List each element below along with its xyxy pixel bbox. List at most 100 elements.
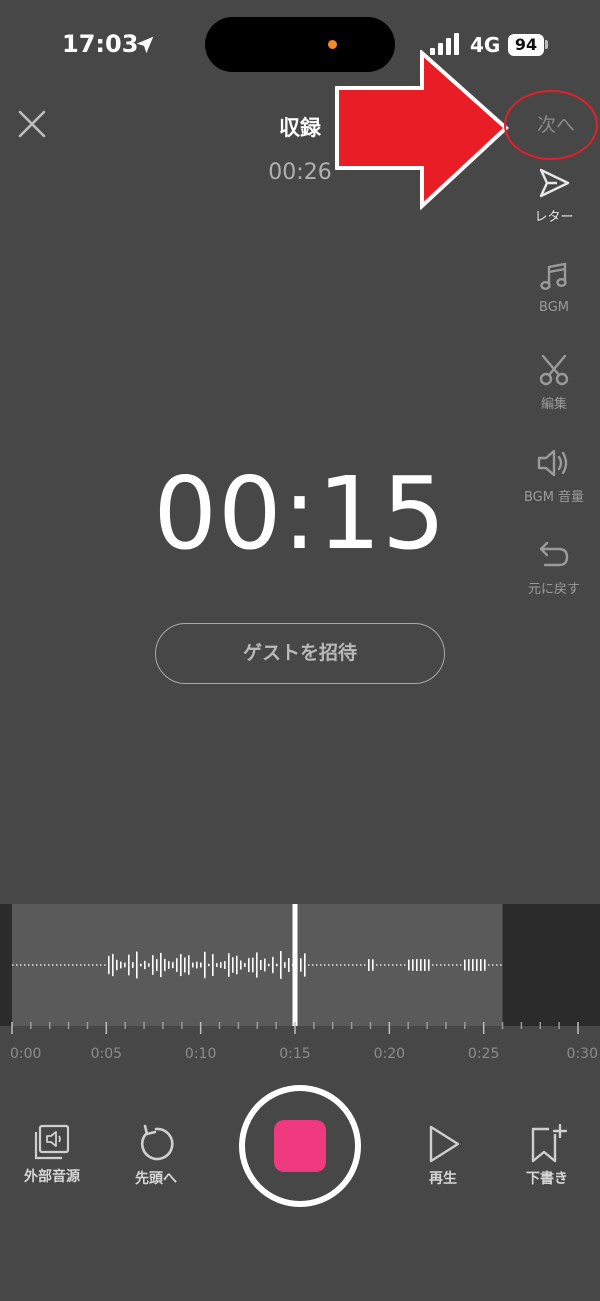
waveform-bar xyxy=(188,955,190,975)
waveform-bar xyxy=(80,964,82,966)
music-note-icon xyxy=(540,262,567,291)
waveform-bar xyxy=(332,964,334,966)
waveform-bar xyxy=(32,964,34,966)
minor-tick xyxy=(67,1022,70,1029)
waveform-bar xyxy=(364,964,366,966)
waveform-bar xyxy=(236,955,238,975)
waveform-bar xyxy=(280,951,282,979)
waveform-bar xyxy=(444,964,446,966)
draft-label: 下書き xyxy=(526,1171,568,1187)
minor-tick xyxy=(124,1022,126,1029)
to-start-button[interactable]: 先頭へ xyxy=(111,1124,201,1188)
waveform-bar xyxy=(340,964,342,966)
waveform-bar xyxy=(84,964,86,966)
waveform-bar xyxy=(308,964,310,966)
minor-tick xyxy=(539,1022,542,1029)
waveform-bar xyxy=(196,961,198,969)
restart-icon xyxy=(140,1124,174,1161)
waveform-bar xyxy=(396,964,398,966)
waveform-bar xyxy=(428,959,430,971)
minor-tick xyxy=(558,1022,560,1029)
waveform-bar xyxy=(36,964,38,966)
waveform-bar xyxy=(452,964,454,966)
edit-button[interactable]: 編集 xyxy=(516,353,592,412)
waveform-bar xyxy=(420,959,422,971)
mic-indicator-dot xyxy=(328,40,337,49)
minor-tick xyxy=(143,1022,145,1029)
waveform-bar xyxy=(44,964,46,966)
time-tick-label: 0:25 xyxy=(467,1046,500,1062)
waveform-bar xyxy=(472,959,474,971)
waveform-bar xyxy=(240,960,242,970)
invite-guest-button[interactable]: ゲストを招待 xyxy=(155,623,445,684)
waveform-bar xyxy=(436,964,438,966)
next-button[interactable]: 次へ xyxy=(522,110,590,137)
edit-label: 編集 xyxy=(540,397,567,412)
waveform-bar xyxy=(500,964,502,966)
minor-tick xyxy=(426,1022,428,1029)
waveform-bar xyxy=(136,951,138,979)
play-button[interactable]: 再生 xyxy=(398,1124,488,1188)
waveform-bar xyxy=(108,955,110,975)
major-tick xyxy=(388,1022,391,1034)
minor-tick xyxy=(501,1022,504,1029)
waveform-bar xyxy=(120,961,122,969)
waveform-bar xyxy=(284,962,286,968)
waveform-bar xyxy=(416,959,418,971)
waveform-bar xyxy=(228,953,230,977)
stop-square-icon[interactable] xyxy=(274,1120,326,1172)
minor-tick xyxy=(48,1022,51,1029)
waveform-bar xyxy=(168,961,170,969)
waveform-bar xyxy=(260,960,262,970)
minor-tick xyxy=(350,1022,353,1029)
time-tick-label: 0:00 xyxy=(10,1046,42,1062)
waveform-bar xyxy=(116,959,118,971)
waveform-bar xyxy=(192,962,194,968)
close-icon[interactable] xyxy=(14,106,50,142)
waveform-bar xyxy=(176,958,178,972)
waveform-bar xyxy=(24,964,26,966)
waveform-bar xyxy=(92,964,94,966)
time-tick-label: 0:05 xyxy=(90,1046,123,1062)
bgm-button[interactable]: BGM xyxy=(516,260,592,315)
external-audio-button[interactable]: 外部音源 xyxy=(7,1124,97,1186)
waveform-bar xyxy=(304,953,306,977)
minor-tick xyxy=(30,1022,32,1029)
minor-tick xyxy=(520,1022,523,1029)
draft-button[interactable]: 下書き xyxy=(502,1124,592,1188)
scissors-icon xyxy=(539,354,569,386)
waveform-bar xyxy=(112,953,114,977)
waveform-bar xyxy=(160,952,162,978)
waveform-bar xyxy=(40,964,42,966)
waveform-bar xyxy=(128,954,130,976)
minor-tick xyxy=(407,1022,409,1029)
waveform-bar xyxy=(384,964,386,966)
bgm-label: BGM xyxy=(539,300,569,315)
waveform-bar xyxy=(180,953,182,977)
waveform-bar xyxy=(152,955,154,975)
waveform-bar xyxy=(200,962,202,968)
waveform-bar xyxy=(248,957,250,973)
waveform-bar xyxy=(268,963,270,967)
play-label: 再生 xyxy=(429,1171,457,1187)
waveform-bar xyxy=(344,964,346,966)
minor-tick xyxy=(162,1022,164,1029)
waveform-bar xyxy=(204,951,206,979)
waveform-timeline[interactable] xyxy=(0,904,600,1026)
minor-tick xyxy=(237,1022,240,1029)
waveform-bar xyxy=(352,964,354,966)
time-ruler xyxy=(11,1022,579,1034)
waveform-bar xyxy=(432,964,434,966)
waveform-bar xyxy=(88,964,90,966)
waveform-bar xyxy=(256,952,258,978)
minor-tick xyxy=(369,1022,372,1029)
waveform-bar xyxy=(312,964,314,966)
letter-button[interactable]: レター xyxy=(516,166,592,225)
waveform-bar xyxy=(76,964,78,966)
waveform-bar xyxy=(72,964,74,966)
play-icon xyxy=(429,1125,460,1163)
minor-tick xyxy=(331,1022,334,1029)
waveform-bar xyxy=(380,964,382,966)
waveform-bar xyxy=(448,964,450,966)
waveform-bar xyxy=(372,959,374,971)
